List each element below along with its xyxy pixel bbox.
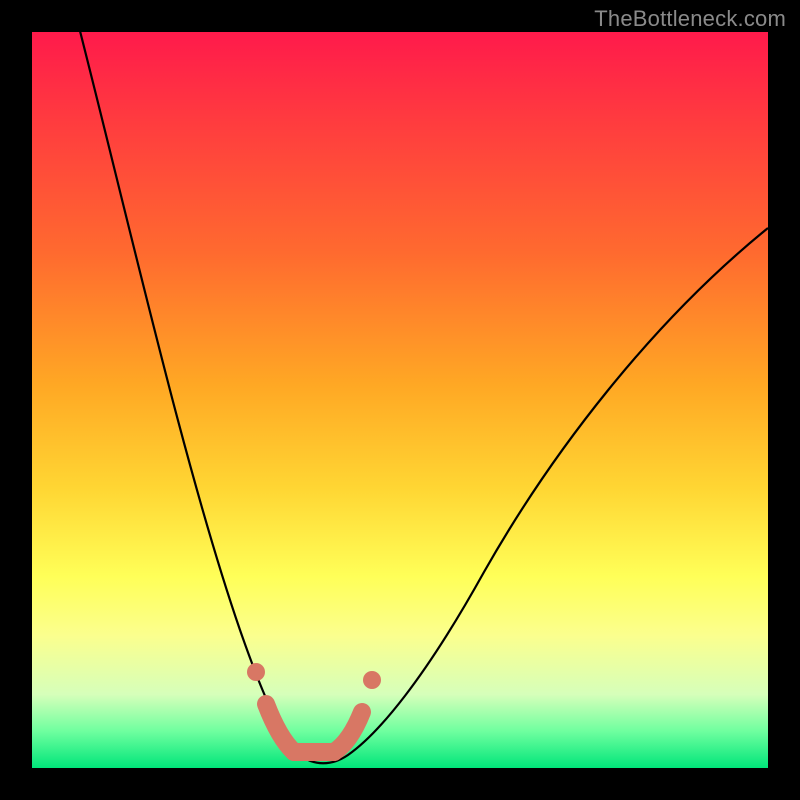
chart-frame: TheBottleneck.com: [0, 0, 800, 800]
marker-dot: [363, 671, 381, 689]
marker-dot: [247, 663, 265, 681]
bottleneck-curve-svg: [32, 32, 768, 768]
good-range-marker: [247, 663, 381, 752]
bottleneck-curve: [70, 0, 768, 763]
plot-area: [32, 32, 768, 768]
watermark-text: TheBottleneck.com: [594, 6, 786, 32]
marker-segment: [334, 712, 362, 752]
